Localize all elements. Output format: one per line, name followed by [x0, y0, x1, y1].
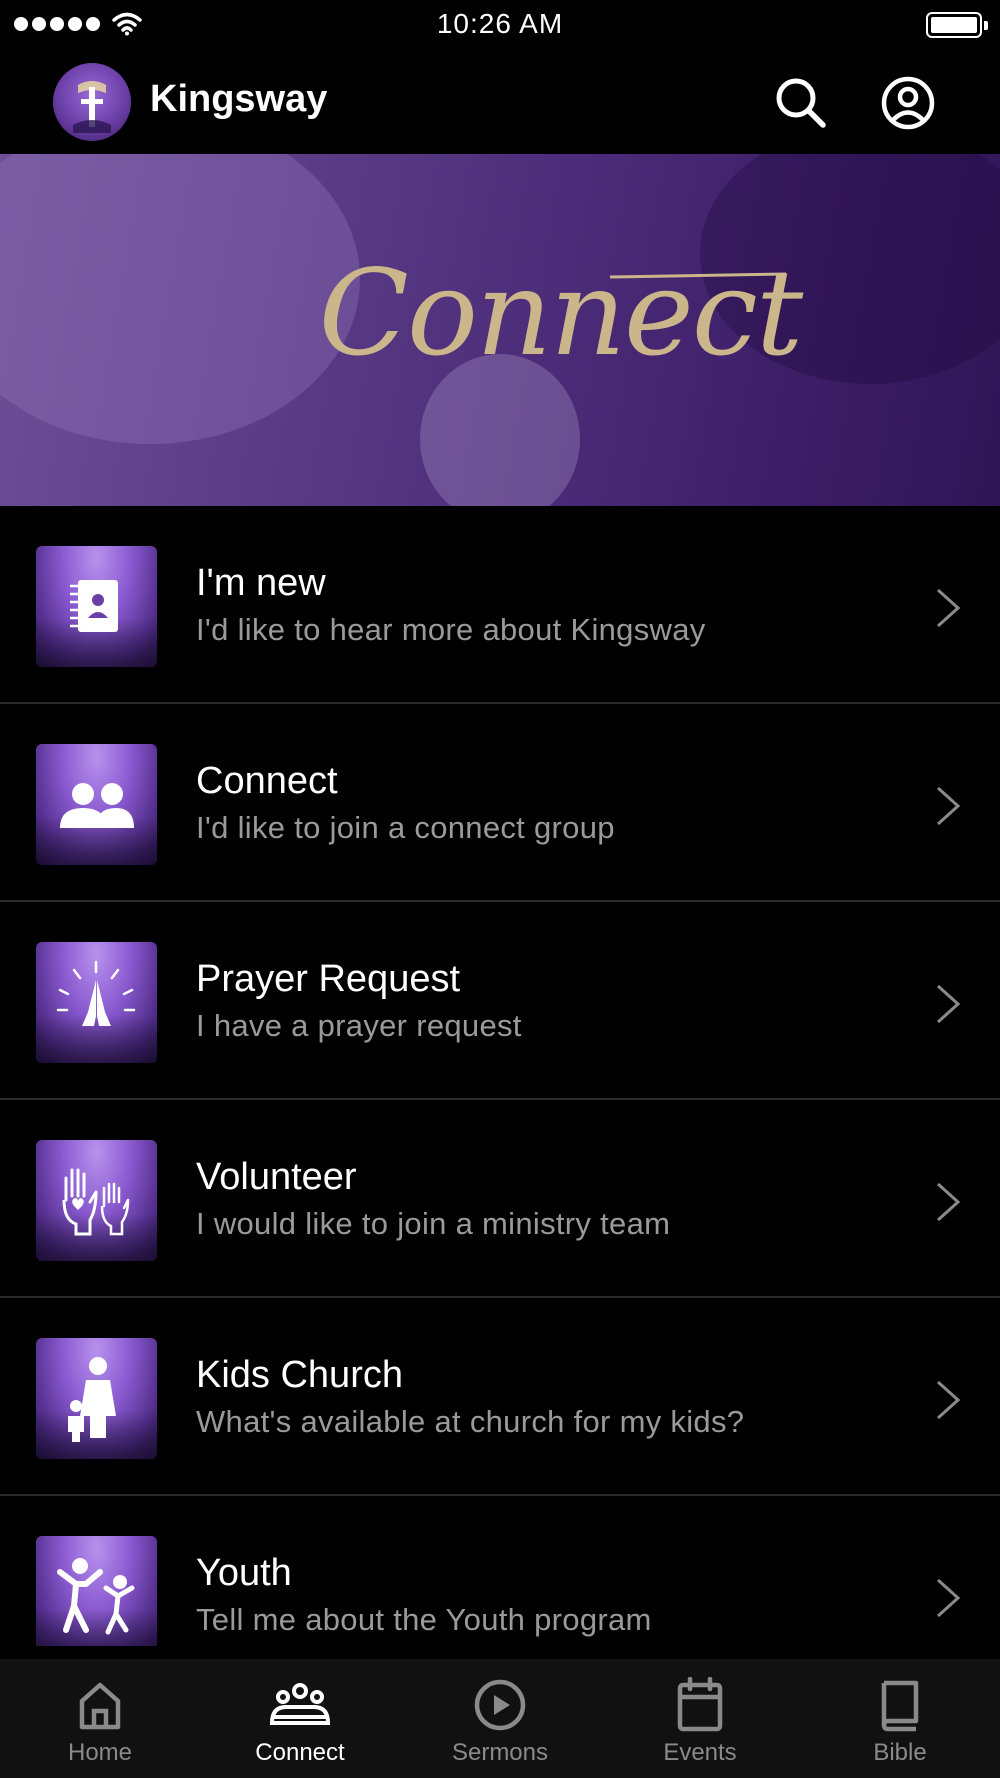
people-icon	[36, 744, 157, 865]
tab-bar: Home Connect Sermons Events Bible	[0, 1659, 1000, 1778]
tab-label: Sermons	[451, 1739, 549, 1766]
tab-home[interactable]: Home	[0, 1659, 200, 1778]
search-icon[interactable]	[773, 75, 829, 131]
tab-label: Bible	[873, 1739, 927, 1766]
item-title: Connect	[196, 760, 338, 802]
hero-title: Connect	[318, 244, 804, 382]
item-subtitle: I'd like to hear more about Kingsway	[196, 612, 706, 647]
chevron-right-icon	[936, 1380, 961, 1420]
list-item-connect[interactable]: Connect I'd like to join a connect group	[0, 704, 1000, 902]
contact-book-icon	[36, 546, 157, 667]
chevron-right-icon	[936, 786, 961, 826]
tab-label: Connect	[255, 1739, 345, 1766]
home-icon	[79, 1682, 121, 1730]
battery-icon	[926, 12, 988, 38]
calendar-icon	[677, 1677, 723, 1732]
status-bar: 10:26 AM	[0, 0, 1000, 50]
jumping-kids-icon	[36, 1536, 157, 1646]
list-item-kids-church[interactable]: Kids Church What's available at church f…	[0, 1298, 1000, 1496]
hero-banner: Connect	[0, 154, 1000, 506]
tab-sermons[interactable]: Sermons	[400, 1659, 600, 1778]
list-item-prayer-request[interactable]: Prayer Request I have a prayer request	[0, 902, 1000, 1100]
play-circle-icon	[474, 1679, 526, 1731]
item-title: Volunteer	[196, 1156, 357, 1198]
connect-list: I'm new I'd like to hear more about King…	[0, 506, 1000, 1646]
group-icon	[270, 1683, 330, 1725]
tab-label: Events	[663, 1739, 737, 1766]
item-subtitle: I have a prayer request	[196, 1008, 522, 1043]
app-header: Kingsway	[0, 50, 1000, 154]
list-item-volunteer[interactable]: Volunteer I would like to join a ministr…	[0, 1100, 1000, 1298]
list-item-youth[interactable]: Youth Tell me about the Youth program	[0, 1496, 1000, 1646]
chevron-right-icon	[936, 588, 961, 628]
status-time: 10:26 AM	[436, 8, 564, 39]
item-title: I'm new	[196, 562, 326, 604]
item-title: Youth	[196, 1552, 292, 1594]
tab-connect[interactable]: Connect	[200, 1659, 400, 1778]
item-subtitle: I'd like to join a connect group	[196, 810, 615, 845]
tab-bible[interactable]: Bible	[800, 1659, 1000, 1778]
parent-child-icon	[36, 1338, 157, 1459]
item-subtitle: Tell me about the Youth program	[196, 1602, 652, 1637]
chevron-right-icon	[936, 984, 961, 1024]
church-logo[interactable]	[53, 63, 131, 141]
book-icon	[881, 1680, 919, 1732]
user-circle-icon[interactable]	[878, 75, 938, 131]
tab-events[interactable]: Events	[600, 1659, 800, 1778]
item-subtitle: What's available at church for my kids?	[196, 1404, 745, 1439]
chevron-right-icon	[936, 1578, 961, 1618]
app-title: Kingsway	[150, 78, 328, 120]
chevron-right-icon	[936, 1182, 961, 1222]
raised-hands-icon	[36, 1140, 157, 1261]
list-item-im-new[interactable]: I'm new I'd like to hear more about King…	[0, 506, 1000, 704]
item-subtitle: I would like to join a ministry team	[196, 1206, 671, 1241]
item-title: Prayer Request	[196, 958, 461, 1000]
praying-hands-icon	[36, 942, 157, 1063]
tab-label: Home	[67, 1739, 133, 1766]
item-title: Kids Church	[196, 1354, 403, 1396]
